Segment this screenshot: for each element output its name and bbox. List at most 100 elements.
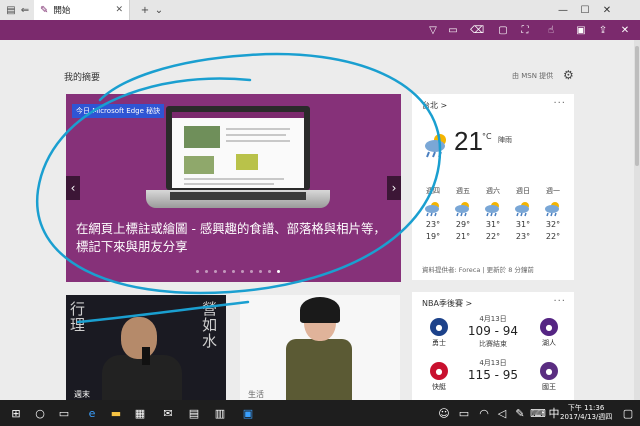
pen-tool-icon[interactable]: ▽ [426, 23, 440, 37]
forecast-day[interactable]: 週日 31° 23° [508, 186, 538, 244]
carousel-dot[interactable] [196, 270, 199, 273]
forecast-day[interactable]: 週五 29° 21° [448, 186, 478, 244]
share-icon[interactable]: ⇪ [596, 23, 610, 37]
carousel-dot[interactable] [259, 270, 262, 273]
rain-icon [448, 198, 478, 220]
volume-icon[interactable]: ◁ [494, 405, 510, 421]
close-window-button[interactable]: ✕ [596, 0, 618, 20]
prev-slide-button[interactable]: ‹ [66, 176, 80, 200]
weather-card[interactable]: 台北 > ··· 21 °C 陣雨 週四 23° 19° 週五 29° 21° 週六 31° 2… [412, 94, 574, 280]
mail-icon[interactable]: ✉ [160, 405, 176, 421]
app-icon[interactable]: ▤ [186, 405, 202, 421]
tab-menu-icon[interactable]: ⌄ [152, 3, 166, 17]
clock-date: 2017/4/13/週四 [560, 413, 613, 421]
news-card[interactable]: 生活 [240, 295, 400, 400]
keyboard-icon[interactable]: ⌨ [530, 405, 546, 421]
clock[interactable]: 下午 11:36 2017/4/13/週四 [560, 404, 612, 422]
team-logo-icon: ● [430, 318, 448, 336]
forecast-day-name: 週四 [426, 187, 440, 195]
hero-carousel[interactable]: 今日 Microsoft Edge 秘訣 ‹ › 在網頁上標註或繪圖 - 感興趣… [66, 94, 401, 282]
forecast-day-name: 週一 [546, 187, 560, 195]
game-date: 4月13日 [479, 359, 507, 367]
weather-location[interactable]: 台北 > [422, 100, 447, 111]
forecast-high: 23° [425, 220, 441, 229]
tab-title: 開始 [53, 6, 71, 16]
clock-time: 下午 11:36 [567, 404, 605, 412]
rain-icon [538, 198, 568, 220]
carousel-dot[interactable] [205, 270, 208, 273]
forecast-low: 22° [545, 232, 561, 241]
gear-icon[interactable]: ⚙ [563, 68, 574, 82]
minimize-button[interactable]: — [552, 0, 574, 20]
new-tab-icon[interactable]: + [138, 3, 152, 17]
search-icon[interactable]: ○ [32, 405, 48, 421]
forecast-high: 29° [455, 220, 471, 229]
clip-icon[interactable]: ⛶ [518, 23, 532, 37]
forecast-low: 21° [455, 232, 471, 241]
rain-icon [508, 198, 538, 220]
people-icon[interactable]: ☺ [436, 405, 452, 421]
carousel-dot[interactable] [241, 270, 244, 273]
game-row[interactable]: ● 勇士 4月13日 109 - 94 比賽結束 ● 湖人 [412, 312, 574, 354]
maximize-button[interactable]: ☐ [574, 0, 596, 20]
battery-icon[interactable]: ▭ [456, 405, 472, 421]
ink-toolbar: ▽ ▭ ⌫ ▢ ⛶ ☝ ▣ ⇪ ✕ [0, 20, 640, 40]
whiteboard-icon[interactable]: ▣ [240, 405, 256, 421]
game-status: 比賽結束 [479, 340, 507, 348]
pen-workspace-icon[interactable]: ✎ [512, 405, 528, 421]
wifi-icon[interactable]: ◠ [476, 405, 492, 421]
team-logo-icon: ● [540, 362, 558, 380]
hero-caption[interactable]: 在網頁上標註或繪圖 - 感興趣的食譜、部落格與相片等，標記下來與朋友分享 [76, 220, 394, 256]
carousel-dot[interactable] [214, 270, 217, 273]
carousel-dot[interactable] [232, 270, 235, 273]
forecast-day[interactable]: 週四 23° 19° [418, 186, 448, 244]
laptop-image [166, 106, 310, 190]
home-team: ● 勇士 [420, 318, 458, 348]
tab-preview-icon[interactable]: ▤ [4, 3, 18, 17]
comment-icon[interactable]: ▢ [496, 23, 510, 37]
news-card[interactable]: 行理 營如水 週末 [66, 295, 226, 400]
nba-title[interactable]: NBA季後賽 > [422, 298, 472, 309]
nba-card[interactable]: NBA季後賽 > ··· ● 勇士 4月13日 109 - 94 比賽結束 ● 湖人 ● 快艇 4… [412, 292, 574, 400]
msn-provider[interactable]: 由 MSN 提供 [512, 71, 553, 81]
windows-start-icon[interactable]: ⊞ [8, 405, 24, 421]
game-row[interactable]: ● 快艇 4月13日 115 - 95 ● 國王 [412, 356, 574, 398]
photos-icon[interactable]: ▥ [212, 405, 228, 421]
forecast-day-name: 週五 [456, 187, 470, 195]
forecast-high: 32° [545, 220, 561, 229]
highlighter-icon[interactable]: ▭ [446, 23, 460, 37]
carousel-dot[interactable] [223, 270, 226, 273]
close-tab-icon[interactable]: ✕ [115, 5, 123, 15]
notification-icon[interactable]: ▢ [620, 405, 636, 421]
forecast-day-name: 週日 [516, 187, 530, 195]
more-icon[interactable]: ··· [553, 296, 566, 307]
forecast-day[interactable]: 週六 31° 22° [478, 186, 508, 244]
file-explorer-icon[interactable]: ▬ [108, 405, 124, 421]
carousel-dot[interactable] [268, 270, 271, 273]
next-slide-button[interactable]: › [387, 176, 401, 200]
forecast-row: 週四 23° 19° 週五 29° 21° 週六 31° 22° 週日 31° 23° 週一 32° 22° [418, 186, 568, 244]
forecast-day-name: 週六 [486, 187, 500, 195]
back-tabs-icon[interactable]: ⇐ [18, 3, 32, 17]
more-icon[interactable]: ··· [553, 98, 566, 109]
start-page: 我的摘要 由 MSN 提供 ⚙ 今日 Microsoft Edge 秘訣 ‹ ›… [0, 40, 640, 400]
store-icon[interactable]: ▦ [132, 405, 148, 421]
exit-ink-icon[interactable]: ✕ [618, 23, 632, 37]
away-team: ● 國王 [530, 362, 568, 392]
task-view-icon[interactable]: ▭ [56, 405, 72, 421]
feed-title: 我的摘要 [64, 73, 101, 83]
eraser-icon[interactable]: ⌫ [470, 23, 484, 37]
save-icon[interactable]: ▣ [574, 23, 588, 37]
forecast-day[interactable]: 週一 32° 22° [538, 186, 568, 244]
scrollbar[interactable] [634, 40, 640, 400]
weather-condition: 陣雨 [498, 136, 512, 144]
tab-start[interactable]: ✎ 開始 ✕ [34, 0, 130, 20]
rain-icon [478, 198, 508, 220]
touch-write-icon[interactable]: ☝ [544, 23, 558, 37]
carousel-dot[interactable] [277, 270, 280, 273]
rain-icon [418, 198, 448, 220]
carousel-dot[interactable] [250, 270, 253, 273]
edge-icon[interactable]: e [84, 405, 100, 421]
carousel-dots[interactable] [196, 270, 280, 273]
taskbar: ⊞ ○ ▭ e ▬ ▦ ✉ ▤ ▥ ▣ ☺ ▭ ◠ ◁ ✎ ⌨ 中 下午 11:… [0, 400, 640, 426]
